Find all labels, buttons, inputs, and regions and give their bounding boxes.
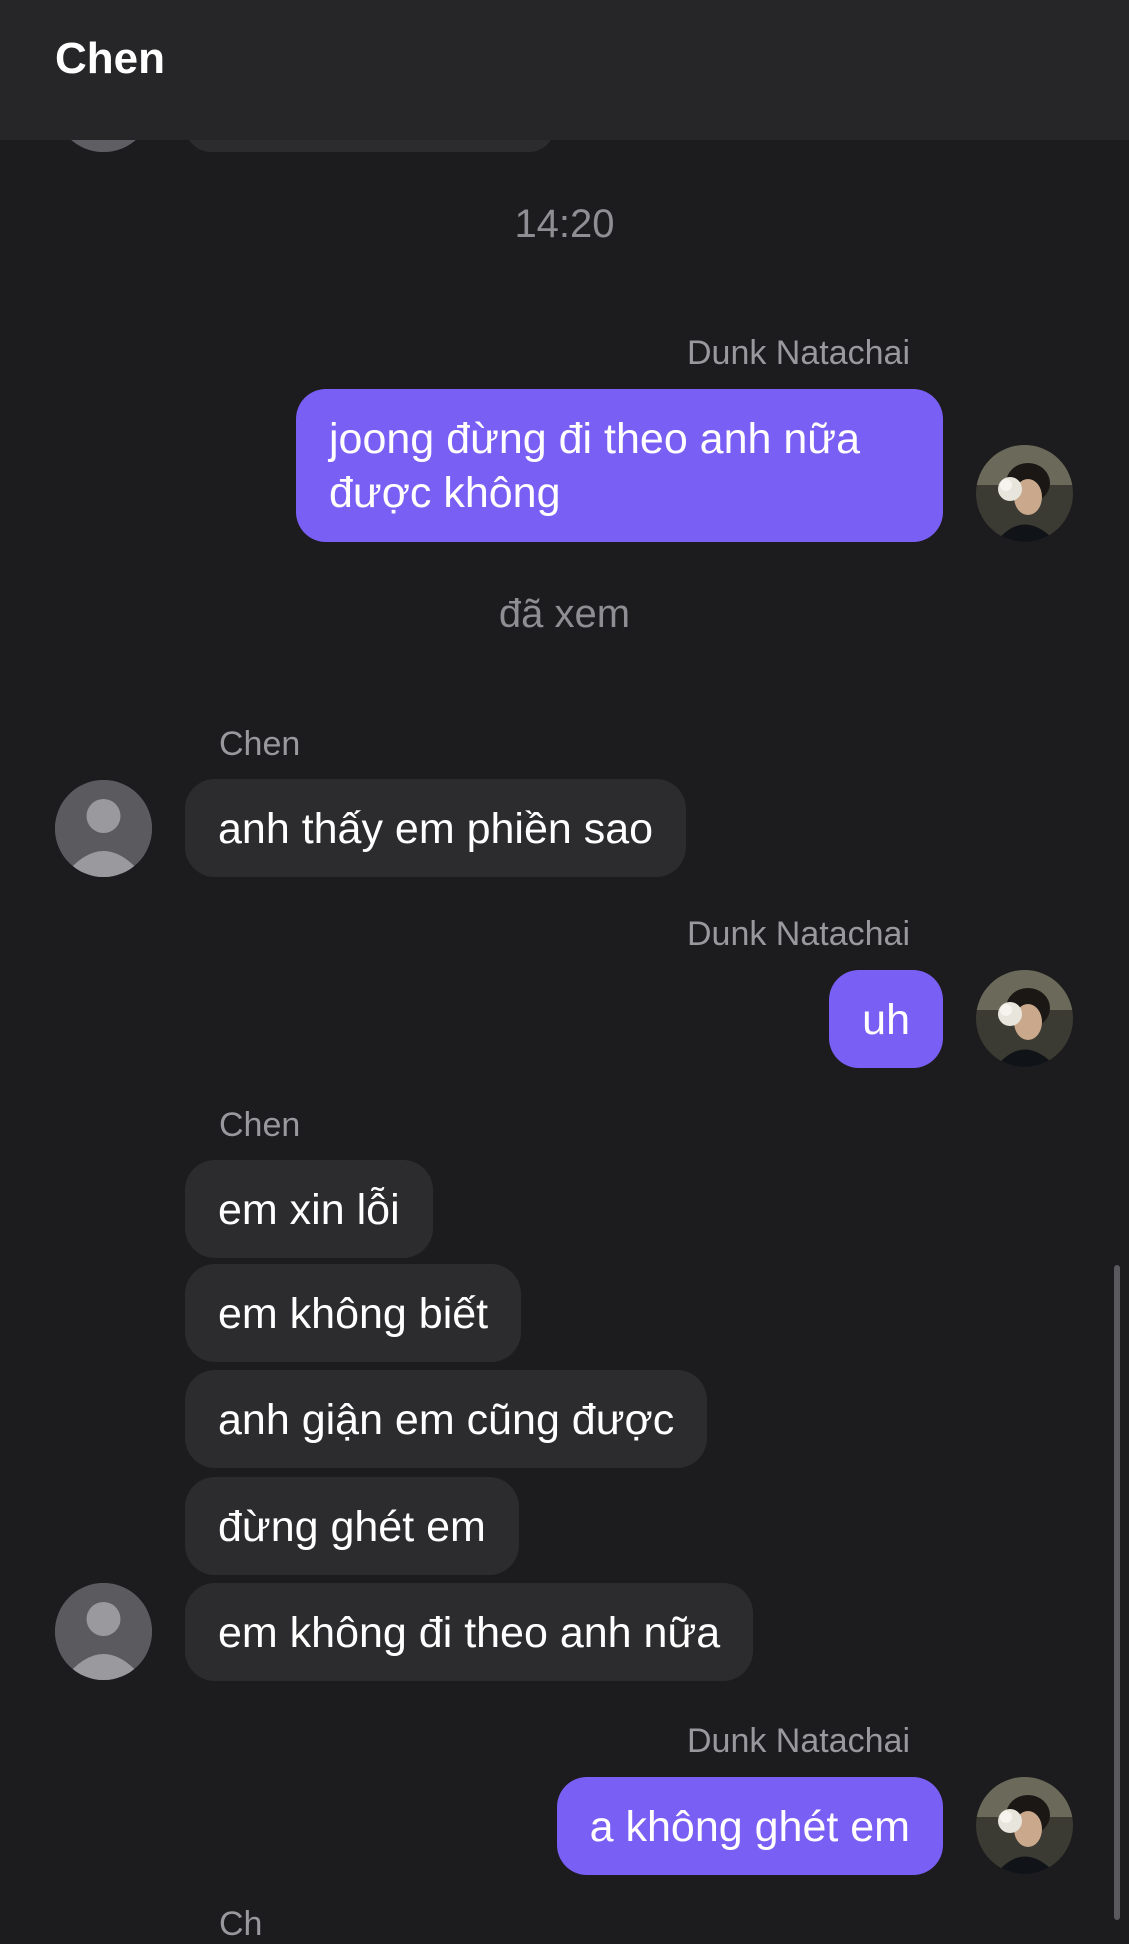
sender-name: Dunk Natachai xyxy=(686,334,910,372)
message-thread[interactable]: 14:20 Dunk Natachai joong đừng đi theo a… xyxy=(0,0,1129,1943)
message-bubble-incoming[interactable]: anh giận em cũng được xyxy=(185,1370,708,1468)
message-bubble-incoming[interactable]: đừng ghét em xyxy=(185,1477,519,1575)
user-avatar[interactable] xyxy=(976,1777,1073,1874)
message-bubble-incoming[interactable]: em không đi theo anh nữa xyxy=(185,1583,754,1681)
person-placeholder-icon xyxy=(55,780,152,877)
message-bubble-incoming[interactable]: em xin lỗi xyxy=(185,1160,433,1258)
seen-status: đã xem xyxy=(498,592,631,636)
user-avatar[interactable] xyxy=(976,445,1073,542)
sender-name: Ch xyxy=(219,1905,263,1943)
message-bubble-outgoing[interactable]: a không ghét em xyxy=(556,1777,943,1875)
chat-title: Chen xyxy=(55,34,165,83)
user-photo-icon xyxy=(976,1777,1073,1874)
user-avatar[interactable] xyxy=(976,970,1073,1067)
message-bubble-outgoing[interactable]: joong đừng đi theo anh nữa được không xyxy=(296,389,943,542)
sender-name: Chen xyxy=(219,1106,301,1144)
person-placeholder-icon xyxy=(55,1583,152,1680)
sender-name: Dunk Natachai xyxy=(686,915,910,953)
sender-name: Chen xyxy=(219,725,301,763)
user-photo-icon xyxy=(976,970,1073,1067)
timestamp: 14:20 xyxy=(514,202,615,246)
message-bubble-outgoing[interactable]: uh xyxy=(829,970,943,1068)
message-bubble-incoming[interactable]: em không biết xyxy=(185,1264,522,1362)
scrollbar[interactable] xyxy=(1114,1265,1120,1920)
user-photo-icon xyxy=(976,445,1073,542)
contact-avatar[interactable] xyxy=(55,1583,152,1680)
contact-avatar[interactable] xyxy=(55,780,152,877)
chat-header: Chen xyxy=(0,0,1129,140)
sender-name: Dunk Natachai xyxy=(686,1722,910,1760)
message-bubble-incoming[interactable]: anh thấy em phiền sao xyxy=(185,779,687,877)
